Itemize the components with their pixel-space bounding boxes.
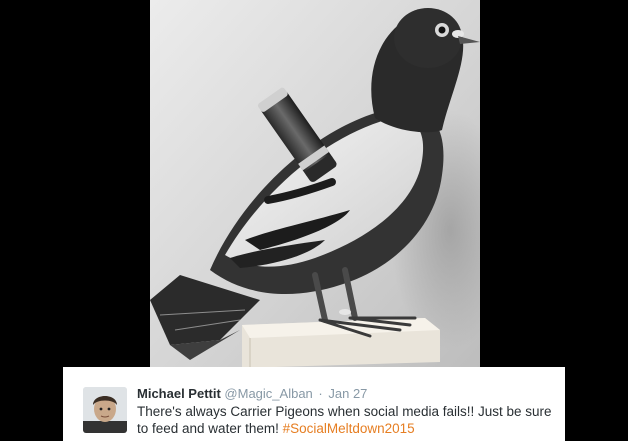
avatar[interactable] xyxy=(83,387,127,433)
tweet-card: Michael Pettit @Magic_Alban · Jan 27 The… xyxy=(63,367,565,441)
author-handle[interactable]: @Magic_Alban xyxy=(224,386,312,401)
author-name[interactable]: Michael Pettit xyxy=(137,386,221,401)
image-frame: Michael Pettit @Magic_Alban · Jan 27 The… xyxy=(0,0,628,441)
tweet-text: There's always Carrier Pigeons when soci… xyxy=(137,403,557,437)
tweet-header: Michael Pettit @Magic_Alban · Jan 27 xyxy=(137,386,367,402)
avatar-photo xyxy=(83,387,127,433)
hashtag-link[interactable]: #SocialMeltdown2015 xyxy=(283,421,415,436)
tweet-date[interactable]: Jan 27 xyxy=(328,386,367,401)
carrier-pigeon-photo xyxy=(150,0,480,368)
separator-dot: · xyxy=(318,386,323,401)
